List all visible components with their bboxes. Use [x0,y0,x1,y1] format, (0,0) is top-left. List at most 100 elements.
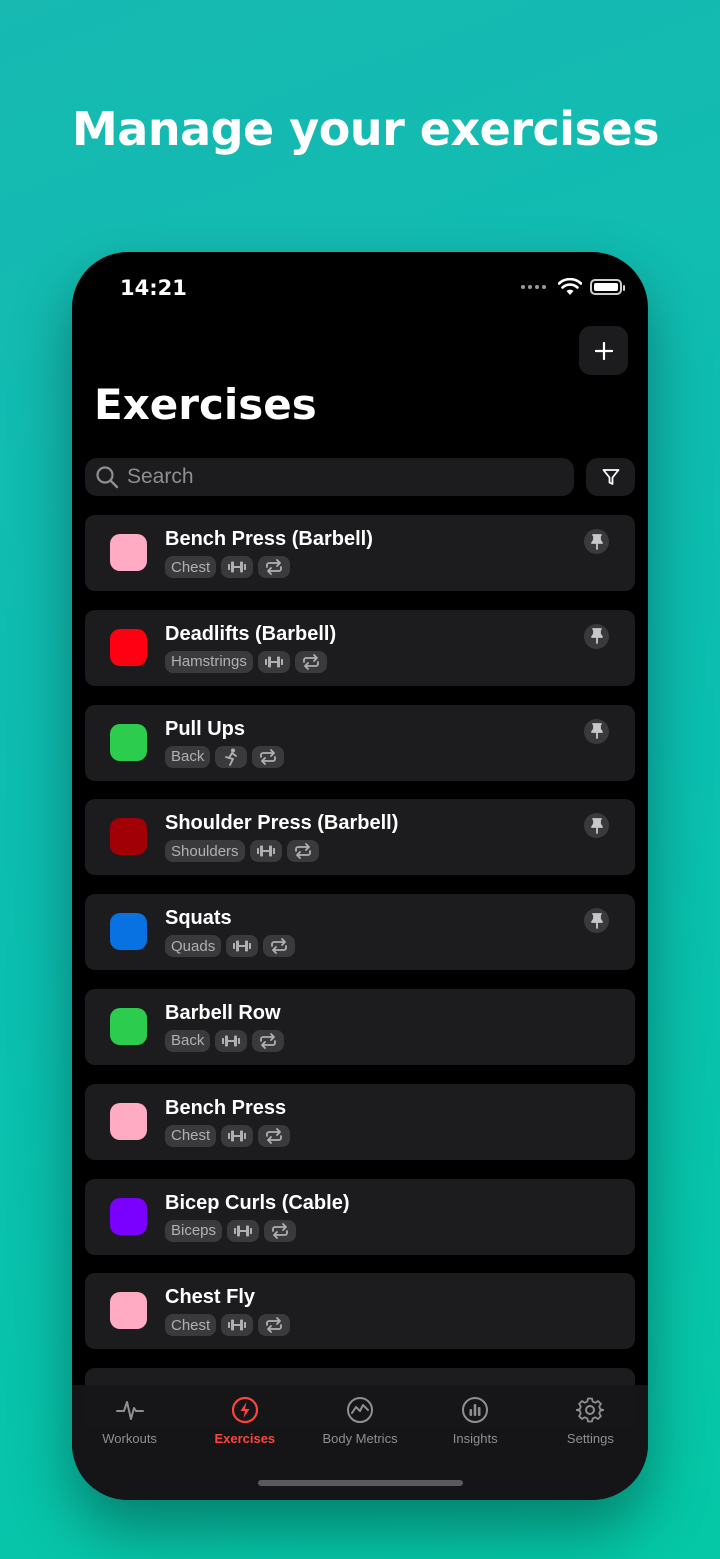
exercise-color-swatch [110,628,147,666]
tab-label: Body Metrics [322,1431,398,1446]
home-indicator [258,1480,463,1486]
dumbbell-icon [226,935,259,958]
page-title: Exercises [94,380,317,429]
muscle-tag: Back [165,1029,211,1052]
exercise-row[interactable]: Shoulder Press (Barbell) Shoulders [85,799,635,876]
exercise-row[interactable]: Bicep Curls (Cable) Biceps [85,1178,635,1255]
muscle-tag: Quads [165,935,222,958]
exercise-info: Pull Ups Back [165,717,285,768]
tab-label: Settings [566,1431,614,1446]
exercise-tags: Back [165,745,285,768]
exercise-tags: Chest [165,1314,291,1337]
exercise-info: Shoulder Press (Barbell) Shoulders [165,812,399,863]
phone-frame: 14:21 Exercises Search Bench Press (Barb… [72,252,648,1500]
bar-chart-icon [460,1395,490,1425]
exercise-tags: Biceps [165,1219,349,1242]
pin-icon[interactable] [584,529,609,554]
filter-icon [602,469,619,485]
repeat-icon [258,1124,291,1147]
muscle-tag: Biceps [165,1219,223,1242]
exercise-row[interactable]: Squats Quads [85,894,635,971]
exercise-color-swatch [110,534,147,571]
muscle-tag: Back [165,745,211,768]
repeat-icon [263,935,296,958]
pin-icon[interactable] [584,908,609,934]
exercise-row[interactable]: Bench Press (Barbell) Chest [85,515,635,591]
gear-icon [575,1395,605,1425]
bolt-icon [230,1395,260,1425]
exercise-color-swatch [110,913,147,951]
exercise-name: Barbell Row [165,1001,281,1024]
tab-label: Workouts [102,1431,157,1446]
exercise-name: Chest Fly [165,1286,256,1309]
exercise-name: Shoulder Press (Barbell) [165,812,399,835]
dumbbell-icon [227,1219,260,1242]
signal-icon [521,285,546,289]
exercise-color-swatch [110,723,147,761]
exercise-info: Squats Quads [165,907,296,958]
exercise-tags: Quads [165,935,296,958]
search-input[interactable]: Search [85,458,574,496]
repeat-icon [252,1029,285,1052]
exercise-name: Pull Ups [165,717,246,740]
repeat-icon [258,1314,291,1337]
pin-icon[interactable] [584,623,609,649]
muscle-tag: Chest [165,556,217,578]
repeat-icon [264,1219,297,1242]
exercise-row[interactable]: Chest Fly Chest [85,1273,635,1350]
repeat-icon [258,556,291,578]
pulse-icon [115,1395,145,1425]
search-placeholder: Search [127,465,194,488]
headline: Manage your exercises [72,102,660,156]
exercise-name: Squats [165,907,232,930]
exercise-color-swatch [110,1197,147,1235]
filter-button[interactable] [586,458,635,496]
exercise-color-swatch [110,1102,147,1140]
dumbbell-icon [257,650,290,673]
exercise-color-swatch [110,1007,147,1045]
repeat-icon [252,745,285,768]
exercise-info: Bench Press (Barbell) Chest [165,528,373,578]
exercise-list: Bench Press (Barbell) Chest Deadlifts (Bar… [85,515,635,1429]
exercise-info: Bicep Curls (Cable) Biceps [165,1192,349,1242]
muscle-tag: Chest [165,1124,217,1147]
dumbbell-icon [221,556,254,578]
exercise-row[interactable]: Deadlifts (Barbell) Hamstrings [85,609,635,686]
exercise-tags: Chest [165,1124,291,1147]
bodyweight-icon [215,745,248,768]
exercise-color-swatch [110,1292,147,1330]
wifi-icon [558,278,582,295]
exercise-info: Barbell Row Back [165,1001,285,1052]
dumbbell-icon [249,840,282,863]
exercise-name: Bench Press [165,1096,287,1119]
exercise-info: Bench Press Chest [165,1096,291,1147]
battery-icon [590,279,625,295]
tab-settings[interactable]: Settings [533,1395,648,1500]
exercise-row[interactable]: Bench Press Chest [85,1083,635,1160]
dumbbell-icon [215,1029,248,1052]
exercise-row[interactable]: Barbell Row Back [85,988,635,1065]
exercise-tags: Chest [165,556,373,578]
exercise-info: Deadlifts (Barbell) Hamstrings [165,623,336,673]
exercise-tags: Back [165,1029,285,1052]
pin-icon[interactable] [584,813,609,839]
exercise-info: Chest Fly Chest [165,1286,291,1337]
exercise-tags: Hamstrings [165,650,336,673]
pin-icon[interactable] [584,718,609,744]
exercise-name: Bench Press (Barbell) [165,528,373,550]
repeat-icon [286,840,319,863]
chart-line-icon [345,1395,375,1425]
muscle-tag: Chest [165,1314,217,1337]
status-time: 14:21 [120,276,187,300]
tab-workouts[interactable]: Workouts [72,1395,187,1500]
dumbbell-icon [221,1314,254,1337]
exercise-row[interactable]: Pull Ups Back [85,704,635,781]
exercise-color-swatch [110,818,147,856]
add-exercise-button[interactable] [579,326,628,375]
exercise-name: Bicep Curls (Cable) [165,1191,350,1214]
repeat-icon [294,650,327,673]
search-icon [96,466,119,489]
muscle-tag: Shoulders [165,840,245,863]
dumbbell-icon [221,1124,254,1147]
tab-label: Insights [452,1431,498,1446]
